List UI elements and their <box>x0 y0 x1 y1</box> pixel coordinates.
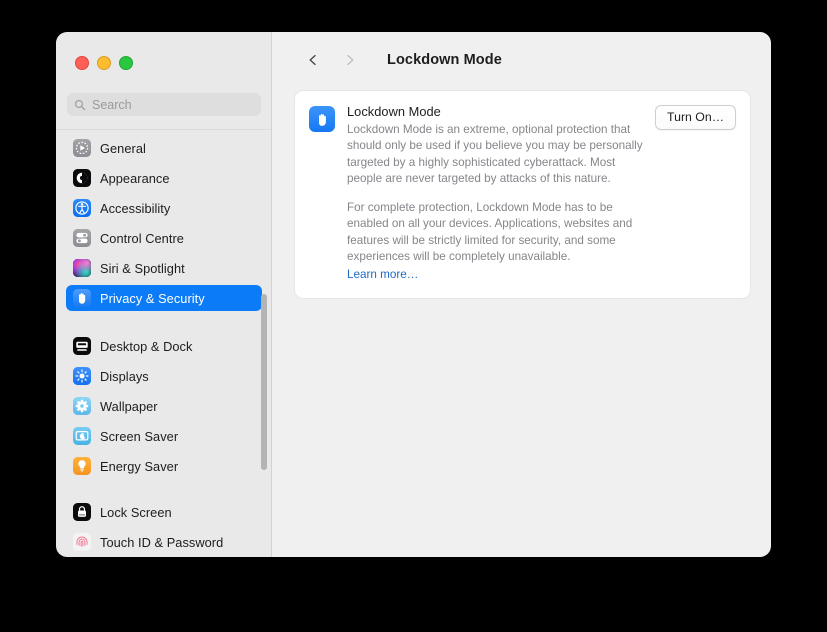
forward-button[interactable] <box>337 47 363 73</box>
sidebar-item-label: Privacy & Security <box>100 291 205 306</box>
sidebar-item-displays[interactable]: Displays <box>66 363 262 389</box>
system-settings-window: General Appearance <box>56 32 771 557</box>
sidebar-group-3: Lock Screen <box>56 499 272 557</box>
chevron-left-icon <box>306 53 320 67</box>
sidebar-item-label: Lock Screen <box>100 505 172 520</box>
search-input[interactable] <box>92 98 254 112</box>
sidebar-item-label: General <box>100 141 146 156</box>
sidebar-item-label: Touch ID & Password <box>100 535 223 550</box>
toolbar: Lockdown Mode <box>272 32 771 88</box>
sidebar-item-label: Screen Saver <box>100 429 178 444</box>
sidebar-item-siri-spotlight[interactable]: Siri & Spotlight <box>66 255 262 281</box>
page-title: Lockdown Mode <box>387 52 502 68</box>
close-button[interactable] <box>75 56 89 70</box>
sidebar-group-2: Desktop & Dock <box>56 333 272 479</box>
general-icon <box>73 139 91 157</box>
turn-on-button[interactable]: Turn On… <box>655 105 736 130</box>
sidebar-item-accessibility[interactable]: Accessibility <box>66 195 262 221</box>
screen: General Appearance <box>0 0 827 632</box>
siri-icon <box>73 259 91 277</box>
card-paragraph-2: For complete protection, Lockdown Mode h… <box>347 200 647 265</box>
sidebar-nav: General Appearance <box>56 131 272 557</box>
sidebar-item-label: Control Centre <box>100 231 184 246</box>
sidebar-item-label: Desktop & Dock <box>100 339 192 354</box>
sidebar-item-energy-saver[interactable]: Energy Saver <box>66 453 262 479</box>
sidebar-item-label: Accessibility <box>100 201 170 216</box>
sidebar-item-label: Appearance <box>100 171 170 186</box>
privacy-icon <box>73 289 91 307</box>
sidebar-item-privacy-security[interactable]: Privacy & Security <box>66 285 262 311</box>
search-field[interactable] <box>67 93 261 116</box>
sidebar-item-label: Energy Saver <box>100 459 178 474</box>
chevron-right-icon <box>343 53 357 67</box>
sidebar-item-desktop-dock[interactable]: Desktop & Dock <box>66 333 262 359</box>
sidebar-item-appearance[interactable]: Appearance <box>66 165 262 191</box>
control-centre-icon <box>73 229 91 247</box>
sidebar-item-wallpaper[interactable]: Wallpaper <box>66 393 262 419</box>
sidebar-group-spacer <box>56 315 272 333</box>
card-body: Lockdown Mode Lockdown Mode is an extrem… <box>347 104 655 284</box>
sidebar: General Appearance <box>56 32 272 557</box>
lockdown-mode-card: Lockdown Mode Lockdown Mode is an extrem… <box>294 90 751 299</box>
sidebar-item-label: Wallpaper <box>100 399 158 414</box>
back-button[interactable] <box>300 47 326 73</box>
sidebar-item-touch-id-password[interactable]: Touch ID & Password <box>66 529 262 555</box>
sidebar-item-general[interactable]: General <box>66 135 262 161</box>
learn-more-link[interactable]: Learn more… <box>347 267 418 283</box>
minimize-button[interactable] <box>97 56 111 70</box>
screen-saver-icon <box>73 427 91 445</box>
search-icon <box>74 99 86 111</box>
touch-id-icon <box>73 533 91 551</box>
sidebar-item-screen-saver[interactable]: Screen Saver <box>66 423 262 449</box>
desktop-dock-icon <box>73 337 91 355</box>
sidebar-group-1: General Appearance <box>56 131 272 311</box>
zoom-button[interactable] <box>119 56 133 70</box>
sidebar-item-label: Siri & Spotlight <box>100 261 185 276</box>
sidebar-item-control-centre[interactable]: Control Centre <box>66 225 262 251</box>
sidebar-item-lock-screen[interactable]: Lock Screen <box>66 499 262 525</box>
lockdown-hand-icon <box>309 106 335 132</box>
sidebar-scrollbar-thumb[interactable] <box>261 294 267 470</box>
sidebar-scrollbar[interactable] <box>260 131 268 557</box>
sidebar-group-spacer-2 <box>56 483 272 499</box>
accessibility-icon <box>73 199 91 217</box>
wallpaper-icon <box>73 397 91 415</box>
sidebar-divider <box>56 129 272 130</box>
card-title: Lockdown Mode <box>347 104 649 119</box>
sidebar-item-label: Displays <box>100 369 149 384</box>
window-controls <box>75 56 133 70</box>
appearance-icon <box>73 169 91 187</box>
energy-saver-icon <box>73 457 91 475</box>
card-paragraph-1: Lockdown Mode is an extreme, optional pr… <box>347 122 647 187</box>
displays-icon <box>73 367 91 385</box>
lock-screen-icon <box>73 503 91 521</box>
content-pane: Lockdown Mode Lockdown Mode Lockdown Mod… <box>272 32 771 557</box>
